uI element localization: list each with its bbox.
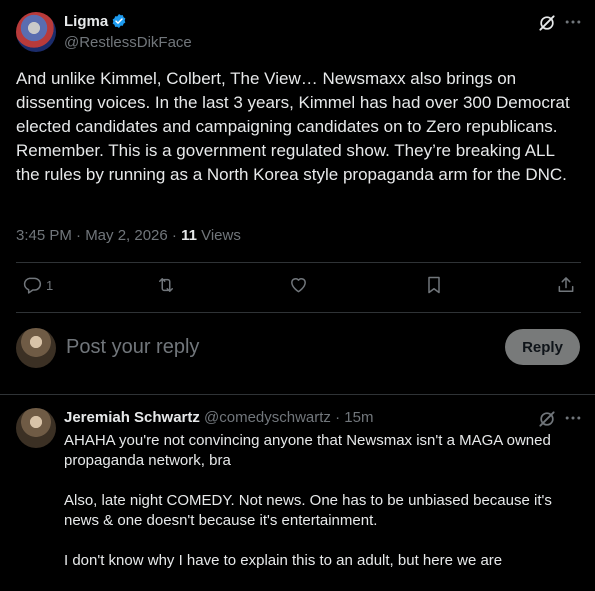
verified-badge-icon — [111, 13, 127, 29]
reply-input[interactable]: Post your reply — [66, 336, 199, 359]
reply-paragraph: Also, late night COMEDY. Not news. One h… — [64, 492, 552, 529]
reply-icon — [22, 275, 42, 295]
reply-button[interactable]: Reply — [505, 329, 580, 365]
author-handle[interactable]: @RestlessDikFace — [64, 34, 192, 51]
tweet-meta: 3:45 PM · May 2, 2026 · 11 Views — [16, 227, 241, 244]
author-avatar[interactable] — [16, 12, 56, 52]
reply-action-button[interactable]: 1 — [22, 275, 53, 295]
share-icon[interactable] — [556, 275, 576, 295]
more-icon[interactable] — [563, 408, 583, 428]
reply-paragraph: AHAHA you're not convincing anyone that … — [64, 432, 551, 469]
reply-count: 1 — [46, 277, 54, 293]
divider — [16, 312, 581, 313]
author-name[interactable]: Ligma — [64, 13, 108, 30]
reply-author-handle[interactable]: @comedyschwartz · 15m — [204, 409, 373, 426]
reply-author-name[interactable]: Jeremiah Schwartz — [64, 409, 200, 426]
reply-paragraph: I don't know why I have to explain this … — [64, 552, 503, 569]
retweet-icon[interactable] — [155, 275, 177, 295]
reply-text: AHAHA you're not convincing anyone that … — [64, 431, 579, 591]
tweet-text: And unlike Kimmel, Colbert, The View… Ne… — [16, 69, 570, 184]
user-avatar[interactable] — [16, 328, 56, 368]
bookmark-icon[interactable] — [424, 275, 444, 295]
grok-icon[interactable] — [537, 13, 557, 33]
views-label: Views — [196, 227, 241, 244]
divider — [0, 394, 595, 395]
divider — [16, 262, 581, 263]
reply-author-avatar[interactable] — [16, 408, 56, 448]
views-count: 11 — [181, 227, 197, 244]
grok-icon[interactable] — [537, 409, 557, 429]
meta-separator: · — [167, 227, 182, 244]
tweet-timestamp[interactable]: 3:45 PM · May 2, 2026 — [16, 227, 168, 244]
more-icon[interactable] — [563, 12, 583, 32]
like-icon[interactable] — [288, 275, 309, 295]
